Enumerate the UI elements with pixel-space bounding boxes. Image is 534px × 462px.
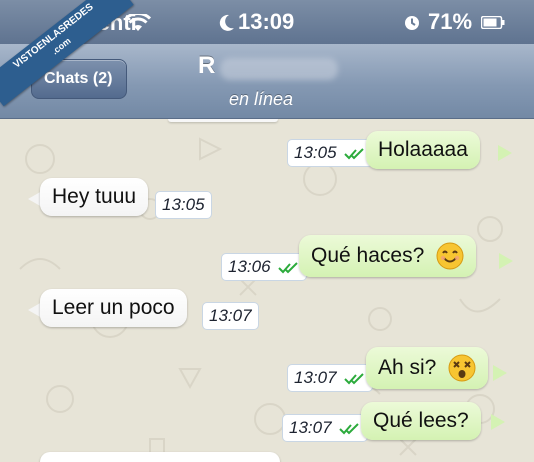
bubble-tail (498, 145, 512, 161)
bubble-tail (499, 253, 513, 269)
contact-status: en línea (229, 89, 294, 109)
message-bubble-incoming[interactable]: Hey tuuu (40, 178, 149, 216)
message-bubble-outgoing[interactable]: Holaaaaa (366, 131, 480, 169)
message-timestamp: 13:06 (221, 253, 308, 281)
message-bubble-incoming[interactable]: Leer un poco (40, 289, 187, 327)
battery-icon (481, 16, 505, 29)
bubble-tail (491, 414, 505, 430)
battery-percentage: 71% (428, 9, 473, 34)
double-check-icon (339, 422, 359, 434)
message-text: Ah si? (378, 356, 437, 379)
message-timestamp: 13:07 (287, 364, 374, 392)
smile-emoji-icon (436, 242, 464, 270)
timestamp-text: 13:07 (289, 418, 332, 437)
moon-icon (219, 14, 234, 31)
contact-name[interactable]: R (198, 52, 215, 80)
message-timestamp: 13:07 (282, 414, 369, 442)
conversation-area[interactable]: 13:05 Holaaaaa Hey tuuu 13:05 13:06 Qué … (0, 119, 534, 462)
alarm-clock-icon (405, 16, 419, 30)
wifi-icon (125, 14, 151, 31)
message-text: Qué lees? (373, 409, 469, 432)
message-timestamp: 13:05 (287, 139, 374, 167)
message-timestamp: 13:05 (155, 191, 212, 219)
message-bubble-outgoing[interactable]: Qué haces? (299, 235, 477, 277)
timestamp-text: 13:06 (228, 257, 271, 276)
double-check-icon (344, 147, 364, 159)
message-text: Holaaaaa (378, 138, 468, 161)
blurred-name (220, 58, 338, 80)
dizzy-emoji-icon (448, 354, 476, 382)
message-bubble-incoming-cutoff[interactable] (40, 452, 280, 462)
timestamp-text: 13:07 (294, 368, 337, 387)
message-bubble-outgoing[interactable]: Qué lees? (361, 402, 481, 440)
message-text: Qué haces? (311, 244, 425, 267)
message-text: Leer un poco (52, 296, 175, 319)
double-check-icon (344, 372, 364, 384)
message-timestamp: 13:07 (202, 302, 259, 330)
timestamp-text: 13:05 (162, 195, 205, 214)
previous-message-edge (168, 119, 278, 122)
timestamp-text: 13:07 (209, 306, 252, 325)
double-check-icon (278, 261, 298, 273)
bubble-tail (493, 365, 507, 381)
chat-header: Chats (2) R en línea (0, 44, 534, 119)
timestamp-text: 13:05 (294, 143, 337, 162)
clock: 13:09 (238, 9, 295, 34)
message-text: Hey tuuu (52, 185, 137, 208)
message-bubble-outgoing[interactable]: Ah si? (366, 347, 489, 389)
